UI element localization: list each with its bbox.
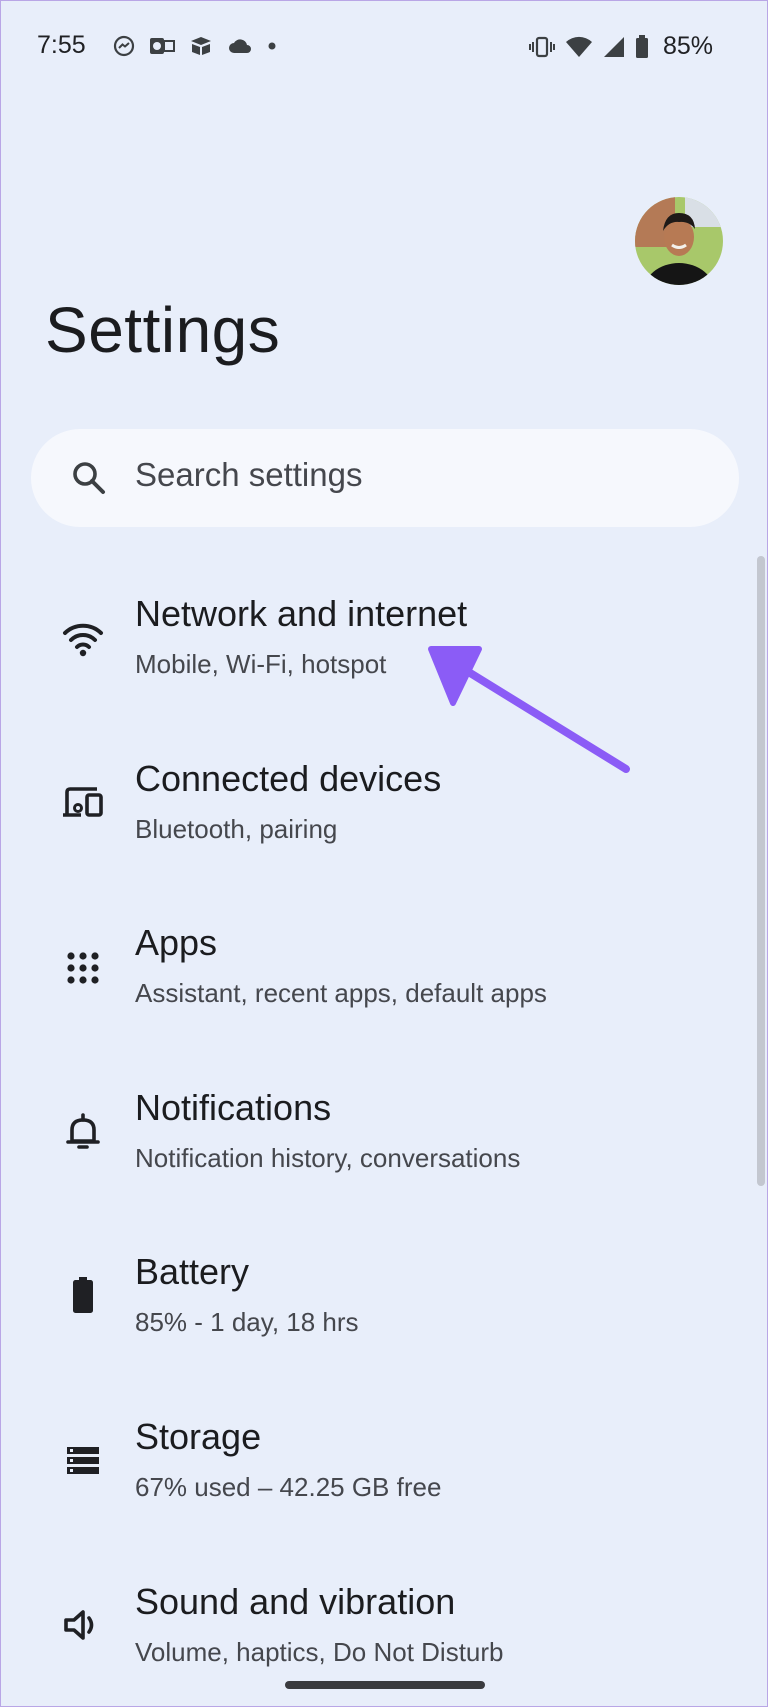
outlook-icon	[150, 38, 175, 54]
battery-icon	[73, 1277, 93, 1313]
wifi-icon	[63, 623, 103, 657]
settings-item-notifications[interactable]: Notifications Notification history, conv…	[1, 1055, 741, 1205]
storage-icon	[67, 1447, 99, 1474]
page-title: Settings	[45, 294, 281, 366]
scrollbar[interactable]	[757, 556, 765, 1186]
settings-item-subtitle: Assistant, recent apps, default apps	[135, 978, 547, 1008]
search-icon	[73, 462, 105, 494]
settings-item-title: Apps	[135, 922, 218, 963]
settings-item-subtitle: 67% used – 42.25 GB free	[135, 1472, 442, 1502]
settings-item-title: Battery	[135, 1251, 250, 1292]
settings-item-storage[interactable]: Storage 67% used – 42.25 GB free	[1, 1384, 741, 1534]
settings-item-apps[interactable]: Apps Assistant, recent apps, default app…	[1, 890, 741, 1040]
gesture-nav-handle[interactable]	[285, 1681, 485, 1689]
settings-item-subtitle: Notification history, conversations	[135, 1143, 521, 1173]
settings-item-subtitle: Volume, haptics, Do Not Disturb	[135, 1637, 504, 1667]
system-icons: 85%	[528, 32, 713, 61]
status-bar: 7:55 85%	[1, 1, 767, 93]
notification-icons	[113, 35, 277, 57]
battery-percent: 85%	[662, 32, 713, 60]
status-time: 7:55	[37, 31, 86, 59]
settings-item-subtitle: Mobile, Wi-Fi, hotspot	[135, 649, 387, 679]
apps-grid-icon	[67, 952, 99, 984]
settings-item-title: Sound and vibration	[135, 1581, 456, 1622]
bell-icon	[66, 1113, 100, 1149]
vibrate-icon	[528, 36, 555, 57]
settings-item-subtitle: Bluetooth, pairing	[135, 814, 338, 844]
settings-item-battery[interactable]: Battery 85% - 1 day, 18 hrs	[1, 1219, 741, 1369]
settings-item-subtitle: 85% - 1 day, 18 hrs	[135, 1307, 359, 1337]
settings-item-network[interactable]: Network and internet Mobile, Wi-Fi, hots…	[1, 561, 741, 711]
settings-item-title: Notifications	[135, 1087, 332, 1128]
airtable-icon	[191, 37, 211, 55]
avatar-image	[635, 197, 723, 285]
messenger-icon	[113, 35, 135, 57]
settings-item-title: Network and internet	[135, 593, 468, 634]
cloud-icon	[229, 39, 251, 53]
account-avatar[interactable]	[635, 197, 723, 285]
search-placeholder: Search settings	[135, 456, 363, 493]
speaker-icon	[64, 1610, 94, 1640]
settings-item-title: Connected devices	[135, 758, 442, 799]
signal-icon	[603, 36, 624, 57]
settings-item-sound[interactable]: Sound and vibration Volume, haptics, Do …	[1, 1549, 741, 1699]
dot-icon	[268, 42, 276, 50]
battery-icon	[635, 34, 648, 58]
settings-item-title: Storage	[135, 1416, 262, 1457]
settings-item-connected-devices[interactable]: Connected devices Bluetooth, pairing	[1, 726, 741, 876]
devices-icon	[63, 787, 103, 817]
search-bar[interactable]: Search settings	[31, 429, 739, 527]
wifi-icon	[565, 36, 592, 57]
